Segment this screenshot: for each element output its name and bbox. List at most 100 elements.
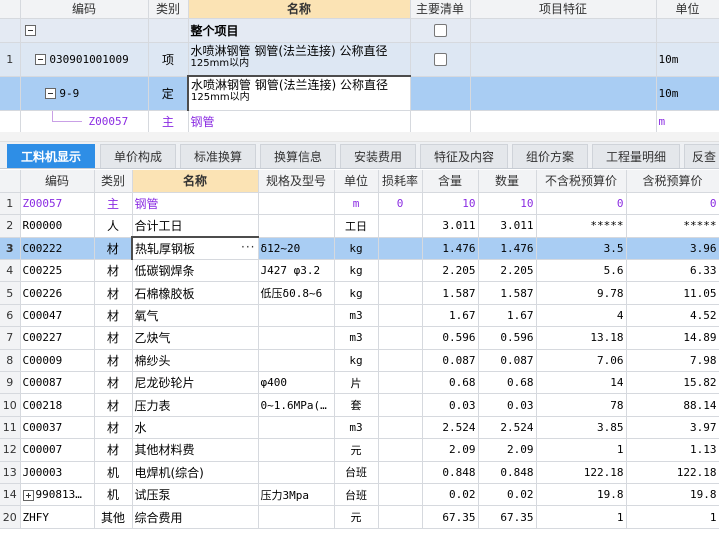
- resource-category[interactable]: 材: [94, 326, 133, 350]
- collapse-toggle-icon[interactable]: [34, 54, 46, 65]
- header-content[interactable]: 含量: [422, 170, 479, 193]
- tab-pricing-scheme[interactable]: 组价方案: [512, 144, 588, 168]
- resource-category[interactable]: 机: [94, 461, 133, 484]
- resource-content[interactable]: 0.68: [422, 371, 479, 395]
- resource-quantity[interactable]: 2.09: [478, 438, 537, 462]
- resource-quantity[interactable]: 0.596: [478, 326, 537, 350]
- resource-spec[interactable]: [258, 349, 335, 373]
- resource-name[interactable]: 压力表: [132, 393, 259, 417]
- tab-standard-conversion[interactable]: 标准换算: [180, 144, 256, 168]
- resource-quantity[interactable]: 2.205: [478, 259, 537, 283]
- resource-unit[interactable]: 套: [334, 393, 379, 417]
- resource-price-excl-tax[interactable]: 78: [536, 393, 627, 417]
- header-price-incl-tax[interactable]: 含税预算价: [626, 170, 719, 193]
- table-row[interactable]: 13 J00003 机电焊机(综合) 台班 0.848 0.848 122.18 122.18: [0, 461, 719, 484]
- resource-name[interactable]: 水: [132, 416, 259, 440]
- more-options-icon[interactable]: ···: [241, 240, 255, 254]
- resource-name[interactable]: 尼龙砂轮片: [132, 371, 259, 395]
- resource-unit[interactable]: m3: [334, 326, 379, 350]
- resource-price-excl-tax[interactable]: *****: [536, 214, 627, 238]
- resource-price-excl-tax[interactable]: 3.5: [536, 237, 627, 261]
- resource-unit[interactable]: m3: [334, 416, 379, 440]
- header-name[interactable]: 名称: [132, 170, 259, 193]
- resource-price-excl-tax[interactable]: 122.18: [536, 461, 627, 484]
- resource-spec[interactable]: 0~1.6MPa(…: [258, 393, 335, 417]
- resource-price-incl-tax[interactable]: 11.05: [626, 281, 719, 305]
- list-item-features[interactable]: [470, 42, 657, 77]
- table-row[interactable]: 7 C00227 材乙炔气 m3 0.596 0.596 13.18 14.89: [0, 326, 719, 350]
- resource-quantity[interactable]: 0.848: [478, 461, 537, 484]
- main-material-name[interactable]: 钢管: [188, 110, 411, 133]
- table-row[interactable]: 3 C00222 材热轧厚钢板 ··· δ12~20 kg 1.476 1.476 3.5 3.9…: [0, 236, 719, 261]
- resource-price-incl-tax[interactable]: 3.96: [626, 237, 719, 261]
- resource-spec[interactable]: [258, 192, 335, 216]
- resource-price-excl-tax[interactable]: 9.78: [536, 281, 627, 305]
- resource-category[interactable]: 主: [94, 192, 133, 216]
- resource-price-excl-tax[interactable]: 19.8: [536, 483, 627, 507]
- collapse-toggle-icon[interactable]: [44, 88, 56, 99]
- top-header-category[interactable]: 类别: [148, 0, 189, 19]
- top-header-unit[interactable]: 单位: [656, 0, 719, 19]
- resource-code[interactable]: J00003: [20, 461, 95, 484]
- header-unit[interactable]: 单位: [334, 170, 379, 193]
- resource-unit[interactable]: m3: [334, 304, 379, 328]
- resource-spec[interactable]: [258, 416, 335, 440]
- resource-category[interactable]: 材: [94, 438, 133, 462]
- table-row[interactable]: 5 C00226 材石棉橡胶板 低压δ0.8~6 kg 1.587 1.587 9.78 11.…: [0, 281, 719, 305]
- collapse-toggle-icon[interactable]: [24, 25, 36, 36]
- resource-price-excl-tax[interactable]: 3.85: [536, 416, 627, 440]
- resource-name[interactable]: 试压泵: [132, 483, 259, 507]
- tab-features-contents[interactable]: 特征及内容: [420, 144, 508, 168]
- resource-content[interactable]: 1.587: [422, 281, 479, 305]
- resource-quantity[interactable]: 10: [478, 192, 537, 216]
- list-item-name[interactable]: 水喷淋钢管 钢管(法兰连接) 公称直径 125mm以内: [188, 42, 411, 77]
- resource-code[interactable]: R00000: [20, 214, 95, 238]
- quota-category[interactable]: 定: [148, 76, 189, 111]
- resource-name[interactable]: 乙炔气: [132, 326, 259, 350]
- resource-unit[interactable]: kg: [334, 237, 379, 261]
- resource-name[interactable]: 低碳钢焊条: [132, 259, 259, 283]
- expand-toggle-icon[interactable]: [22, 489, 34, 501]
- resource-unit[interactable]: 元: [334, 505, 379, 529]
- resource-category[interactable]: 人: [94, 214, 133, 238]
- resource-category[interactable]: 材: [94, 259, 133, 283]
- resource-code[interactable]: ZHFY: [20, 505, 95, 529]
- main-material-category[interactable]: 主: [148, 110, 189, 133]
- tab-unit-price-composition[interactable]: 单价构成: [100, 144, 176, 168]
- table-row[interactable]: 10 C00218 材压力表 0~1.6MPa(… 套 0.03 0.03 78 88.14: [0, 393, 719, 417]
- resource-quantity[interactable]: 1.67: [478, 304, 537, 328]
- table-row[interactable]: 11 C00037 材水 m3 2.524 2.524 3.85 3.97: [0, 416, 719, 440]
- resource-spec[interactable]: [258, 304, 335, 328]
- resource-quantity[interactable]: 2.524: [478, 416, 537, 440]
- resource-content[interactable]: 0.02: [422, 483, 479, 507]
- tab-reverse-lookup[interactable]: 反查: [684, 144, 719, 168]
- resource-loss-rate[interactable]: [378, 304, 423, 328]
- resource-name[interactable]: 合计工日: [132, 214, 259, 238]
- resource-unit[interactable]: kg: [334, 281, 379, 305]
- resource-code[interactable]: C00047: [20, 304, 95, 328]
- tab-installation-fee[interactable]: 安装费用: [340, 144, 416, 168]
- resource-name[interactable]: 综合费用: [132, 505, 259, 529]
- main-list-checkbox[interactable]: [433, 24, 447, 37]
- tab-conversion-info[interactable]: 换算信息: [260, 144, 336, 168]
- resource-price-excl-tax[interactable]: 1: [536, 438, 627, 462]
- resource-unit[interactable]: 工日: [334, 214, 379, 238]
- resource-code[interactable]: C00222: [20, 237, 95, 261]
- resource-spec[interactable]: [258, 505, 335, 529]
- resource-price-incl-tax[interactable]: 0: [626, 192, 719, 216]
- resource-spec[interactable]: J427 φ3.2: [258, 259, 335, 283]
- quota-code[interactable]: 9-9: [59, 87, 79, 100]
- resource-name[interactable]: 电焊机(综合): [132, 461, 259, 484]
- tab-quantity-details[interactable]: 工程量明细: [592, 144, 680, 168]
- resource-spec[interactable]: 低压δ0.8~6: [258, 281, 335, 305]
- table-row[interactable]: 12 C00007 材其他材料费元 2.09 2.09 1 1.13: [0, 438, 719, 462]
- resource-price-excl-tax[interactable]: 1: [536, 505, 627, 529]
- top-header-code[interactable]: 编码: [20, 0, 149, 19]
- resource-loss-rate[interactable]: [378, 281, 423, 305]
- resource-loss-rate[interactable]: [378, 326, 423, 350]
- resource-price-excl-tax[interactable]: 7.06: [536, 349, 627, 373]
- resource-spec[interactable]: [258, 438, 335, 462]
- list-item-code[interactable]: 030901001009: [49, 53, 128, 66]
- header-spec[interactable]: 规格及型号: [258, 170, 335, 193]
- resource-code[interactable]: C00007: [20, 438, 95, 462]
